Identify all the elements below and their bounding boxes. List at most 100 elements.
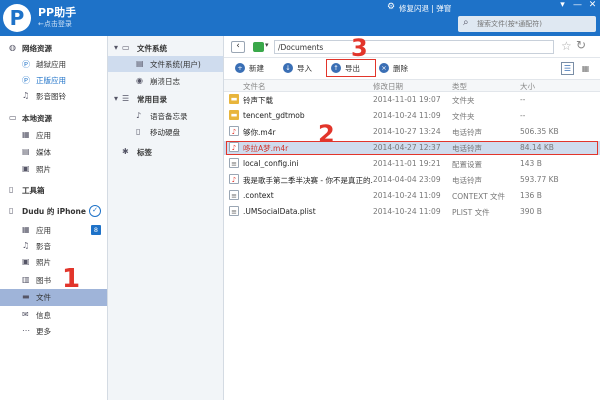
selected-row-highlight-box xyxy=(226,141,598,155)
sidebar-header-local[interactable]: ▭ 本地资源 xyxy=(0,110,107,126)
wrench-icon[interactable]: ⚙ xyxy=(387,2,395,12)
file-toolbar: + 新建 ↓ 导入 ↑ 导出 × 删除 ☰ ▦ xyxy=(224,58,600,80)
minimize-button[interactable]: — xyxy=(570,0,585,12)
sidebar-item-device-more[interactable]: ⋯ 更多 xyxy=(0,323,107,339)
sidebar-item-device-books[interactable]: ▥ 图书 xyxy=(0,272,107,288)
phone-icon: ▯ xyxy=(9,206,14,215)
sidebar-item-device-media[interactable]: ♫ 影音 xyxy=(0,238,107,254)
sidebar-item-device-messages[interactable]: ✉ 信息 xyxy=(0,307,107,323)
path-input[interactable] xyxy=(274,40,554,54)
repair-crash-link[interactable]: 修复闪退 | 弹窗 xyxy=(399,3,451,14)
table-row[interactable]: ♪ 够你.m4r 2014-10-27 13:24 电话铃声 506.35 KB xyxy=(224,125,600,138)
menu-dropdown-button[interactable]: ▾ xyxy=(555,0,570,12)
tree-item-mobile-disk[interactable]: ▯ 移动硬盘 xyxy=(108,124,223,140)
logo-letter: P xyxy=(9,6,25,30)
table-row[interactable]: ▬ 铃声下载 2014-11-01 19:07 文件夹 -- xyxy=(224,93,600,106)
pp-logo-icon[interactable]: P xyxy=(3,4,31,32)
sidebar-header-device[interactable]: ▯ Dudu 的 iPhone ✓ xyxy=(0,203,107,219)
import-icon: ↓ xyxy=(283,63,293,73)
delete-button[interactable]: × 删除 xyxy=(379,61,419,77)
delete-icon: × xyxy=(379,63,389,73)
tree-item-common-dirs[interactable]: ▾ ☰ 常用目录 xyxy=(108,91,223,107)
tag-icon: ✱ xyxy=(122,147,129,156)
log-icon: ◉ xyxy=(136,76,143,85)
sidebar-item-media-ringtones[interactable]: ♫ 影音图铃 xyxy=(0,88,107,104)
ringtone-file-icon: ♪ xyxy=(229,174,239,184)
window-controls: ▾ — ✕ xyxy=(555,0,600,12)
folder-icon: ▬ xyxy=(229,94,239,104)
list-icon: ☰ xyxy=(122,94,130,103)
sidebar-item-device-photos[interactable]: ▣ 照片 xyxy=(0,254,107,270)
file-icon: ≡ xyxy=(229,190,239,200)
table-row[interactable]: ≡ .UMSocialData.plist 2014-10-24 11:09 P… xyxy=(224,205,600,218)
new-button[interactable]: + 新建 xyxy=(235,61,279,77)
photo-icon: ▣ xyxy=(22,164,30,173)
annotation-number-3: 3 xyxy=(351,34,368,62)
disk-icon: ▯ xyxy=(136,127,141,136)
expand-arrow-icon[interactable]: ▾ xyxy=(114,94,118,103)
table-row[interactable]: ≡ local_config.ini 2014-11-01 19:21 配置设置… xyxy=(224,157,600,170)
grid-icon: ▦ xyxy=(22,225,30,234)
search-box: ⌕ xyxy=(458,16,596,32)
file-tree-panel: ▾ ▭ 文件系统 ▤ 文件系统(用户) ◉ 崩溃日志 ▾ ☰ 常用目录 ♪ 语音… xyxy=(108,36,224,400)
sidebar-item-device-apps[interactable]: ▦ 应用 8 xyxy=(0,222,107,238)
message-icon: ✉ xyxy=(22,310,29,319)
tree-item-voice-memo[interactable]: ♪ 语音备忘录 xyxy=(108,108,223,124)
music-icon: ♫ xyxy=(22,91,30,100)
close-button[interactable]: ✕ xyxy=(585,0,600,12)
table-row[interactable]: ▬ tencent_gdtmob 2014-10-24 11:09 文件夹 -- xyxy=(224,109,600,122)
tree-item-filesystem-user[interactable]: ▤ 文件系统(用户) xyxy=(108,56,223,72)
tree-item-crash-log[interactable]: ◉ 崩溃日志 xyxy=(108,73,223,89)
music-icon: ♫ xyxy=(22,241,30,250)
col-type-header[interactable]: 类型 xyxy=(452,81,467,92)
media-icon: ▤ xyxy=(22,147,30,156)
photo-icon: ▣ xyxy=(22,257,30,266)
more-icon: ⋯ xyxy=(22,326,30,335)
expand-arrow-icon[interactable]: ▾ xyxy=(114,43,118,52)
list-view-icon[interactable]: ☰ xyxy=(561,62,574,75)
sidebar-header-network[interactable]: ◍ 网络资源 xyxy=(0,40,107,56)
search-input[interactable] xyxy=(477,17,593,31)
sidebar-item-local-photos[interactable]: ▣ 照片 xyxy=(0,161,107,177)
app-store-icon: Ⓟ xyxy=(22,60,30,69)
grid-view-icon[interactable]: ▦ xyxy=(579,62,592,75)
tree-item-bookmarks[interactable]: ✱ 标签 xyxy=(108,144,223,160)
tree-item-filesystem[interactable]: ▾ ▭ 文件系统 xyxy=(108,40,223,56)
app-store-icon: Ⓟ xyxy=(22,76,30,85)
refresh-icon[interactable]: ↻ xyxy=(576,38,586,52)
import-button[interactable]: ↓ 导入 xyxy=(283,61,323,77)
table-row[interactable]: ♪ 我是歌手第二季半决赛 - 你不是真正的... 2014-04-04 23:0… xyxy=(224,173,600,186)
login-link[interactable]: ←点击登录 xyxy=(38,19,72,29)
sidebar-item-local-apps[interactable]: ▦ 应用 xyxy=(0,127,107,143)
globe-icon: ◍ xyxy=(9,43,16,52)
plus-icon: + xyxy=(235,63,245,73)
col-name-header[interactable]: 文件名 xyxy=(243,81,266,92)
ringtone-file-icon: ♪ xyxy=(229,126,239,136)
chevron-down-icon[interactable]: ▾ xyxy=(265,41,269,49)
device-icon[interactable] xyxy=(253,42,264,52)
sidebar-header-toolbox[interactable]: ▯ 工具箱 xyxy=(0,182,107,198)
search-icon[interactable]: ⌕ xyxy=(463,17,469,28)
app-title: PP助手 xyxy=(38,6,77,19)
folder-icon: ▬ xyxy=(22,292,30,301)
col-modified-header[interactable]: 修改日期 xyxy=(373,81,403,92)
book-icon: ▥ xyxy=(22,275,30,284)
title-bar: P PP助手 ←点击登录 ⚙ 修复闪退 | 弹窗 ▾ — ✕ ⌕ xyxy=(0,0,600,36)
col-size-header[interactable]: 大小 xyxy=(520,81,535,92)
back-button[interactable]: ‹ xyxy=(231,41,245,53)
table-row[interactable]: ≡ .context 2014-10-24 11:09 CONTEXT 文件 1… xyxy=(224,189,600,202)
left-sidebar: ◍ 网络资源 Ⓟ 越狱应用 Ⓟ 正版应用 ♫ 影音图铃 ▭ 本地资源 ▦ 应用 … xyxy=(0,36,108,400)
star-icon[interactable]: ☆ xyxy=(561,39,572,53)
file-browser: ‹ ▾ ☆ ↻ + 新建 ↓ 导入 ↑ 导出 × 删除 ☰ ▦ 文件名 修改日期… xyxy=(224,36,600,400)
folder-icon: ▬ xyxy=(229,110,239,120)
sidebar-item-jailbreak-apps[interactable]: Ⓟ 越狱应用 xyxy=(0,56,107,72)
app-count-badge: 8 xyxy=(91,225,101,235)
sidebar-item-local-media[interactable]: ▤ 媒体 xyxy=(0,144,107,160)
sidebar-item-device-files[interactable]: ▬ 文件 xyxy=(0,289,107,306)
sidebar-item-genuine-apps[interactable]: Ⓟ 正版应用 xyxy=(0,72,107,88)
table-header: 文件名 修改日期 类型 大小 xyxy=(224,80,600,92)
toolbox-icon: ▯ xyxy=(9,185,14,194)
grid-icon: ▦ xyxy=(22,130,30,139)
file-icon: ≡ xyxy=(229,206,239,216)
annotation-number-2: 2 xyxy=(318,120,335,148)
